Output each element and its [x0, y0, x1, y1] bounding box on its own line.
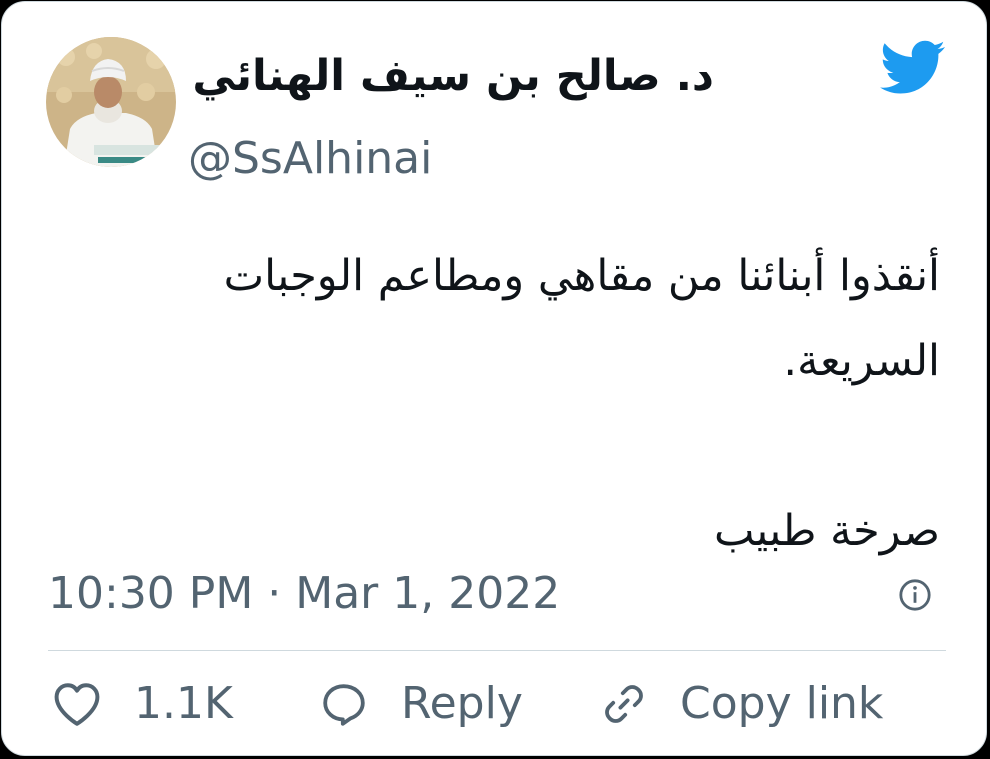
handle[interactable]: @SsAlhinai	[188, 132, 432, 186]
tweet-card: د. صالح بن سيف الهنائي @SsAlhinai أنقذوا…	[1, 1, 987, 756]
reply-icon	[323, 684, 365, 726]
copy-link-label: Copy link	[680, 678, 884, 729]
tweet-timestamp[interactable]: 10:30 PM · Mar 1, 2022	[48, 564, 560, 624]
info-icon[interactable]	[898, 578, 932, 612]
avatar-photo	[46, 37, 176, 167]
twitter-bird-icon[interactable]	[880, 40, 946, 96]
copy-link-button[interactable]: Copy link	[600, 672, 883, 736]
divider	[48, 650, 946, 651]
reply-label: Reply	[401, 678, 523, 729]
heart-icon	[54, 683, 100, 726]
display-name[interactable]: د. صالح بن سيف الهنائي	[192, 46, 714, 106]
link-icon	[605, 685, 643, 723]
reply-button[interactable]: Reply	[320, 672, 523, 736]
tweet-text: أنقذوا أبنائنا من مقاهي ومطاعم الوجبات ا…	[223, 251, 940, 556]
like-count: 1.1K	[134, 678, 233, 729]
avatar[interactable]	[46, 37, 176, 167]
like-button[interactable]: 1.1K	[52, 672, 233, 736]
